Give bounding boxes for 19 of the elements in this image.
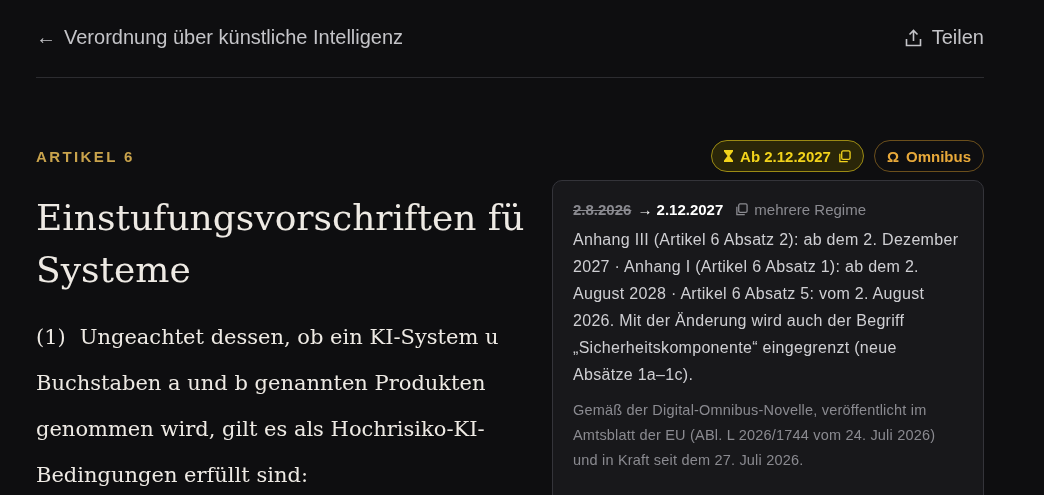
article-label: ARTIKEL 6: [36, 147, 135, 165]
hourglass-icon: [724, 150, 734, 162]
article-title: Einstufungsvorschriften fü Systeme: [36, 196, 525, 292]
old-date: 2.8.2026: [573, 201, 632, 218]
paragraph-text: Buchstaben a und b genannten Produkten: [36, 371, 486, 395]
paragraph-text: genommen wird, gilt es als Hochrisiko-KI-: [36, 417, 485, 441]
date-badge[interactable]: Ab 2.12.2027: [711, 140, 864, 172]
share-icon: [904, 28, 922, 47]
copy-icon: [735, 203, 749, 216]
popover-footnote: Gemäß der Digital-Omnibus-Novelle, veröffentlicht im Amtsblatt der EU (ABl. L 2026/1744 vom 24. Juli 2026) und in Kraft seit dem 27. Juli 2026.: [573, 401, 937, 470]
popover-text: Anhang III (Artikel 6 Absatz 2): ab dem 2. Dezember 2027 · Anhang I (Artikel 6 Absatz 1): ab dem 2. August 2028 · Artikel 6 Absatz 5: vom 2. August 2026. Mit der Änderung wird auch der Begriff „Sicherheitskomponente“ eingegrenzt (neue Absätze 1a–1c).: [573, 230, 959, 385]
copy-icon: [837, 149, 851, 163]
share-button[interactable]: Teilen: [904, 26, 984, 49]
regime-note: mehrere Regime: [754, 201, 866, 218]
paragraph-text: Bedingungen erfüllt sind:: [36, 463, 308, 487]
paragraph-number: (1): [36, 325, 66, 349]
paragraph-text: Ungeachtet dessen, ob ein KI-System u: [79, 325, 499, 349]
new-date: → 2.12.2027: [637, 201, 724, 218]
back-link[interactable]: ← Verordnung über künstliche Intelligenz: [36, 26, 404, 49]
